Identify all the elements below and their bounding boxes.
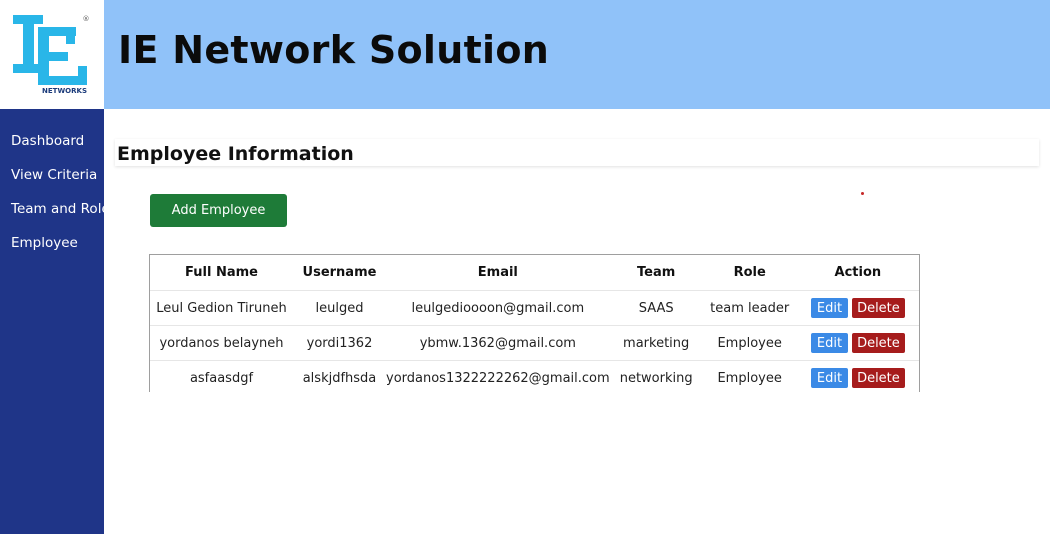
cell-role: Employee	[702, 325, 797, 361]
column-header-team: Team	[609, 255, 703, 291]
ie-networks-logo-icon: NETWORKS ®	[13, 15, 90, 95]
cell-full-name: yordanos belayneh	[150, 325, 293, 361]
delete-button[interactable]: Delete	[852, 298, 905, 318]
edit-button[interactable]: Edit	[810, 368, 849, 388]
cell-team: SAAS	[609, 290, 703, 326]
sidebar-item-team-and-role[interactable]: Team and Role	[11, 201, 110, 217]
delete-button[interactable]: Delete	[852, 333, 905, 353]
cell-team: networking	[619, 370, 693, 386]
logo: NETWORKS ®	[0, 0, 104, 109]
employee-table: Full Name Username Email Team Role Actio…	[149, 254, 920, 392]
cell-username: yordi1362	[293, 325, 386, 361]
cell-role: Employee	[717, 370, 782, 386]
column-header-full-name: Full Name	[150, 255, 293, 291]
cell-team: marketing	[609, 325, 703, 361]
table-row: yordanos belayneh yordi1362 ybmw.1362@gm…	[150, 325, 919, 361]
cell-username: alskjdfhsda	[302, 370, 377, 386]
cell-username: leulged	[293, 290, 386, 326]
edit-button[interactable]: Edit	[810, 298, 849, 318]
column-header-role: Role	[702, 255, 797, 291]
section-header: Employee Information	[115, 139, 1039, 166]
cell-email: ybmw.1362@gmail.com	[386, 325, 610, 361]
table-row: Leul Gedion Tiruneh leulged leulgedioooo…	[150, 290, 919, 326]
column-header-action: Action	[796, 255, 919, 291]
stray-dot	[861, 192, 864, 195]
table-row: asfaasdgf alskjdfhsda yordanos1322222262…	[150, 361, 919, 396]
delete-button[interactable]: Delete	[852, 368, 905, 388]
logo-subtext: NETWORKS	[42, 87, 87, 95]
cell-full-name: asfaasdgf	[189, 370, 254, 386]
column-header-email: Email	[386, 255, 610, 291]
sidebar-item-employee[interactable]: Employee	[11, 235, 78, 251]
page-title: Employee Information	[117, 143, 354, 165]
cell-role: team leader	[702, 290, 797, 326]
sidebar-item-view-criteria[interactable]: View Criteria	[11, 167, 97, 183]
header-bar: IE Network Solution	[104, 0, 1050, 109]
cell-action: Edit Delete	[796, 325, 919, 361]
sidebar: Dashboard View Criteria Team and Role Em…	[0, 109, 110, 534]
cell-email: leulgedioooon@gmail.com	[386, 290, 610, 326]
edit-button[interactable]: Edit	[810, 333, 849, 353]
cell-email: yordanos1322222262@gmail.com	[386, 370, 610, 386]
cell-full-name: Leul Gedion Tiruneh	[150, 290, 293, 326]
column-header-username: Username	[293, 255, 386, 291]
registered-mark: ®	[83, 15, 90, 23]
app-title: IE Network Solution	[118, 28, 550, 72]
add-employee-button[interactable]: Add Employee	[150, 194, 287, 227]
cell-action: Edit Delete	[797, 361, 919, 396]
table-header-row: Full Name Username Email Team Role Actio…	[150, 255, 919, 291]
sidebar-item-dashboard[interactable]: Dashboard	[11, 133, 84, 149]
cell-action: Edit Delete	[796, 290, 919, 326]
